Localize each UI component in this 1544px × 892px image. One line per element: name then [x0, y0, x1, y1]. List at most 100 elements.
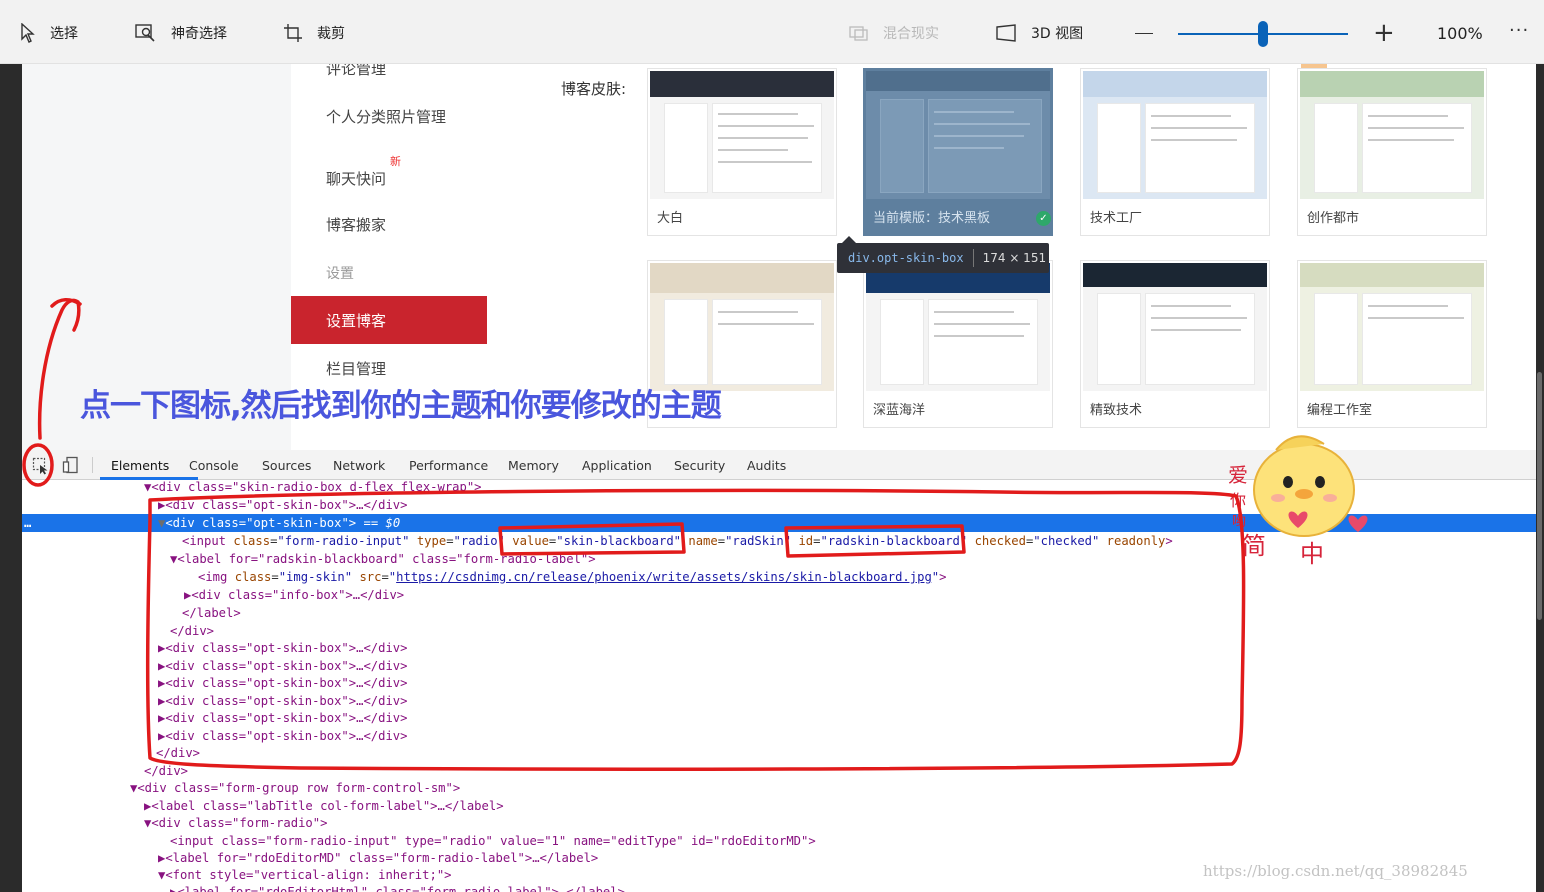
select-tool-button[interactable]: 选择: [20, 18, 78, 48]
skin-name: 创作都市: [1307, 211, 1360, 226]
sticker-char: 中: [1300, 540, 1324, 568]
device-toolbar-icon[interactable]: [62, 456, 80, 474]
tab-elements[interactable]: Elements: [111, 458, 169, 473]
magic-select-icon: [135, 24, 155, 42]
sidebar-item-column-manage[interactable]: 栏目管理: [326, 358, 386, 379]
view-3d-label: 3D 视图: [1031, 26, 1084, 42]
dom-node-div-close: </div>: [156, 746, 201, 760]
dom-node-label-close: </label>: [182, 606, 241, 620]
skin-preview: [1083, 71, 1267, 199]
mixed-reality-button[interactable]: 混合现实: [849, 18, 939, 48]
zoom-percentage: 100%: [1437, 24, 1483, 43]
skin-name: 精致技术: [1090, 403, 1143, 418]
annotation-instruction: 点一下图标,然后找到你的主题和你要修改的主题: [80, 388, 722, 424]
dom-node-form-radio[interactable]: ▼<div class="form-radio">: [144, 814, 1536, 832]
magic-select-button[interactable]: 神奇选择: [135, 18, 227, 48]
dom-node-opt-skin-box[interactable]: ▶<div class="opt-skin-box">…</div>: [158, 727, 1536, 745]
dom-node-div-close: </div>: [170, 624, 215, 638]
skin-option-tech-factory[interactable]: 技术工厂: [1080, 68, 1270, 236]
dom-node-opt-skin-box[interactable]: ▶<div class="opt-skin-box">…</div>: [158, 639, 1536, 657]
screenshot-root: { "toolbar": { "select_label": "选择", "ma…: [0, 0, 1544, 892]
img-src-link[interactable]: https://csdnimg.cn/release/phoenix/write…: [396, 570, 932, 584]
crop-label: 裁剪: [317, 26, 345, 42]
magic-select-label: 神奇选择: [171, 26, 227, 42]
canvas-frame-left: [0, 64, 22, 892]
skin-preview: [1300, 71, 1484, 199]
tab-security[interactable]: Security: [674, 458, 725, 473]
skin-preview: [1083, 263, 1267, 391]
tab-performance[interactable]: Performance: [409, 458, 488, 473]
zoom-slider-thumb[interactable]: [1258, 21, 1268, 47]
dom-node-opt-skin-box[interactable]: ▶<div class="opt-skin-box">…</div>: [158, 657, 1536, 675]
check-icon: ✓: [1036, 211, 1051, 226]
tab-console[interactable]: Console: [189, 458, 239, 473]
tooltip-selector: div.opt-skin-box: [848, 251, 964, 265]
vertical-scrollbar[interactable]: [1537, 372, 1542, 620]
sidebar-section-settings: 设置: [326, 266, 354, 282]
tooltip-size: 174 × 151: [982, 251, 1047, 265]
sidebar-item-blog-move[interactable]: 博客搬家: [326, 214, 386, 235]
skin-name: 深蓝海洋: [873, 403, 926, 418]
skin-option-refined-tech[interactable]: 精致技术: [1080, 260, 1270, 428]
sidebar-item-label: 设置博客: [326, 312, 387, 330]
duck-sticker: 爱 你 哟 简 中: [1228, 435, 1368, 568]
skin-option-coding-studio[interactable]: 编程工作室: [1297, 260, 1487, 428]
paint3d-toolbar: 选择 神奇选择 裁剪 混合现实 3D 视图 + 100% ···: [0, 0, 1544, 64]
tab-audits[interactable]: Audits: [747, 458, 786, 473]
crop-button[interactable]: 裁剪: [283, 18, 345, 48]
crop-icon: [284, 24, 302, 42]
dom-node-opt-skin-box[interactable]: ▶<div class="opt-skin-box">…</div>: [158, 692, 1536, 710]
dom-node-input-editor[interactable]: <input class="form-radio-input" type="ra…: [170, 832, 1536, 850]
mixed-reality-icon: [849, 26, 868, 41]
dom-node-label-html[interactable]: ▶<label for="rdoEditorHtml" class="form-…: [170, 883, 1536, 892]
blog-watermark: https://blog.csdn.net/qq_38982845: [1203, 862, 1468, 880]
more-options-button[interactable]: ···: [1509, 20, 1529, 41]
sticker-char: 哟: [1232, 514, 1246, 530]
skin-name: 编程工作室: [1307, 403, 1373, 418]
skin-preview: [866, 263, 1050, 391]
dom-node-label-title[interactable]: ▶<label class="labTitle col-form-label">…: [144, 797, 1536, 815]
view-3d-icon: [996, 24, 1016, 42]
dom-node-div-close: </div>: [144, 764, 189, 778]
dom-node-opt-skin-box[interactable]: ▶<div class="opt-skin-box">…</div>: [158, 709, 1536, 727]
zoom-in-button[interactable]: +: [1373, 20, 1395, 46]
tab-memory[interactable]: Memory: [508, 458, 559, 473]
tab-application[interactable]: Application: [582, 458, 652, 473]
skin-option-creative-city[interactable]: 创作都市: [1297, 68, 1487, 236]
tab-network[interactable]: Network: [333, 458, 385, 473]
skin-section-title: 博客皮肤:: [561, 80, 627, 98]
tooltip-arrow: [842, 236, 856, 243]
sidebar-item-chat-qa[interactable]: 聊天快问: [326, 168, 386, 189]
select-tool-label: 选择: [50, 26, 78, 42]
skin-option-dabai[interactable]: 大白: [647, 68, 837, 236]
inspect-element-icon[interactable]: [32, 457, 50, 475]
dom-node-info-box[interactable]: ▶<div class="info-box">…</div>: [184, 586, 1536, 604]
tab-sources[interactable]: Sources: [262, 458, 311, 473]
view-3d-button[interactable]: 3D 视图: [995, 18, 1083, 48]
dom-node-opt-skin-box[interactable]: ▶<div class="opt-skin-box">…</div>: [158, 674, 1536, 692]
sticker-char: 你: [1230, 491, 1246, 510]
skin-value-attr: skin-blackboard: [563, 534, 674, 548]
skin-preview: [866, 71, 1050, 199]
skin-preview: [650, 71, 834, 199]
cursor-icon: [21, 23, 35, 43]
new-badge: 新: [390, 155, 401, 168]
dom-node-form-group[interactable]: ▼<div class="form-group row form-control…: [130, 779, 1536, 797]
skin-name: 当前模版：技术黑板: [873, 211, 991, 226]
tab-separator: [92, 457, 93, 473]
skin-name: 技术工厂: [1090, 211, 1143, 226]
sticker-char: 简: [1242, 532, 1266, 560]
skin-preview: [1300, 263, 1484, 391]
skin-option-deep-ocean[interactable]: 深蓝海洋: [863, 260, 1053, 428]
sidebar-item-blog-settings[interactable]: 设置博客: [291, 296, 487, 344]
sidebar-item-comment-manage[interactable]: 评论管理: [326, 64, 386, 79]
skin-option-blackboard[interactable]: 当前模版：技术黑板 ✓: [863, 68, 1053, 236]
skin-name: 大白: [657, 211, 684, 226]
mixed-reality-label: 混合现实: [883, 26, 939, 42]
element-inspect-tooltip: div.opt-skin-box 174 × 151: [837, 243, 1049, 273]
skin-id-attr: radskin-blackboard: [827, 534, 960, 548]
zoom-out-button[interactable]: [1135, 33, 1153, 34]
sidebar-item-photo-category[interactable]: 个人分类照片管理: [326, 106, 446, 127]
selected-marker: == $0: [363, 516, 401, 530]
sticker-char: 爱: [1228, 463, 1248, 487]
